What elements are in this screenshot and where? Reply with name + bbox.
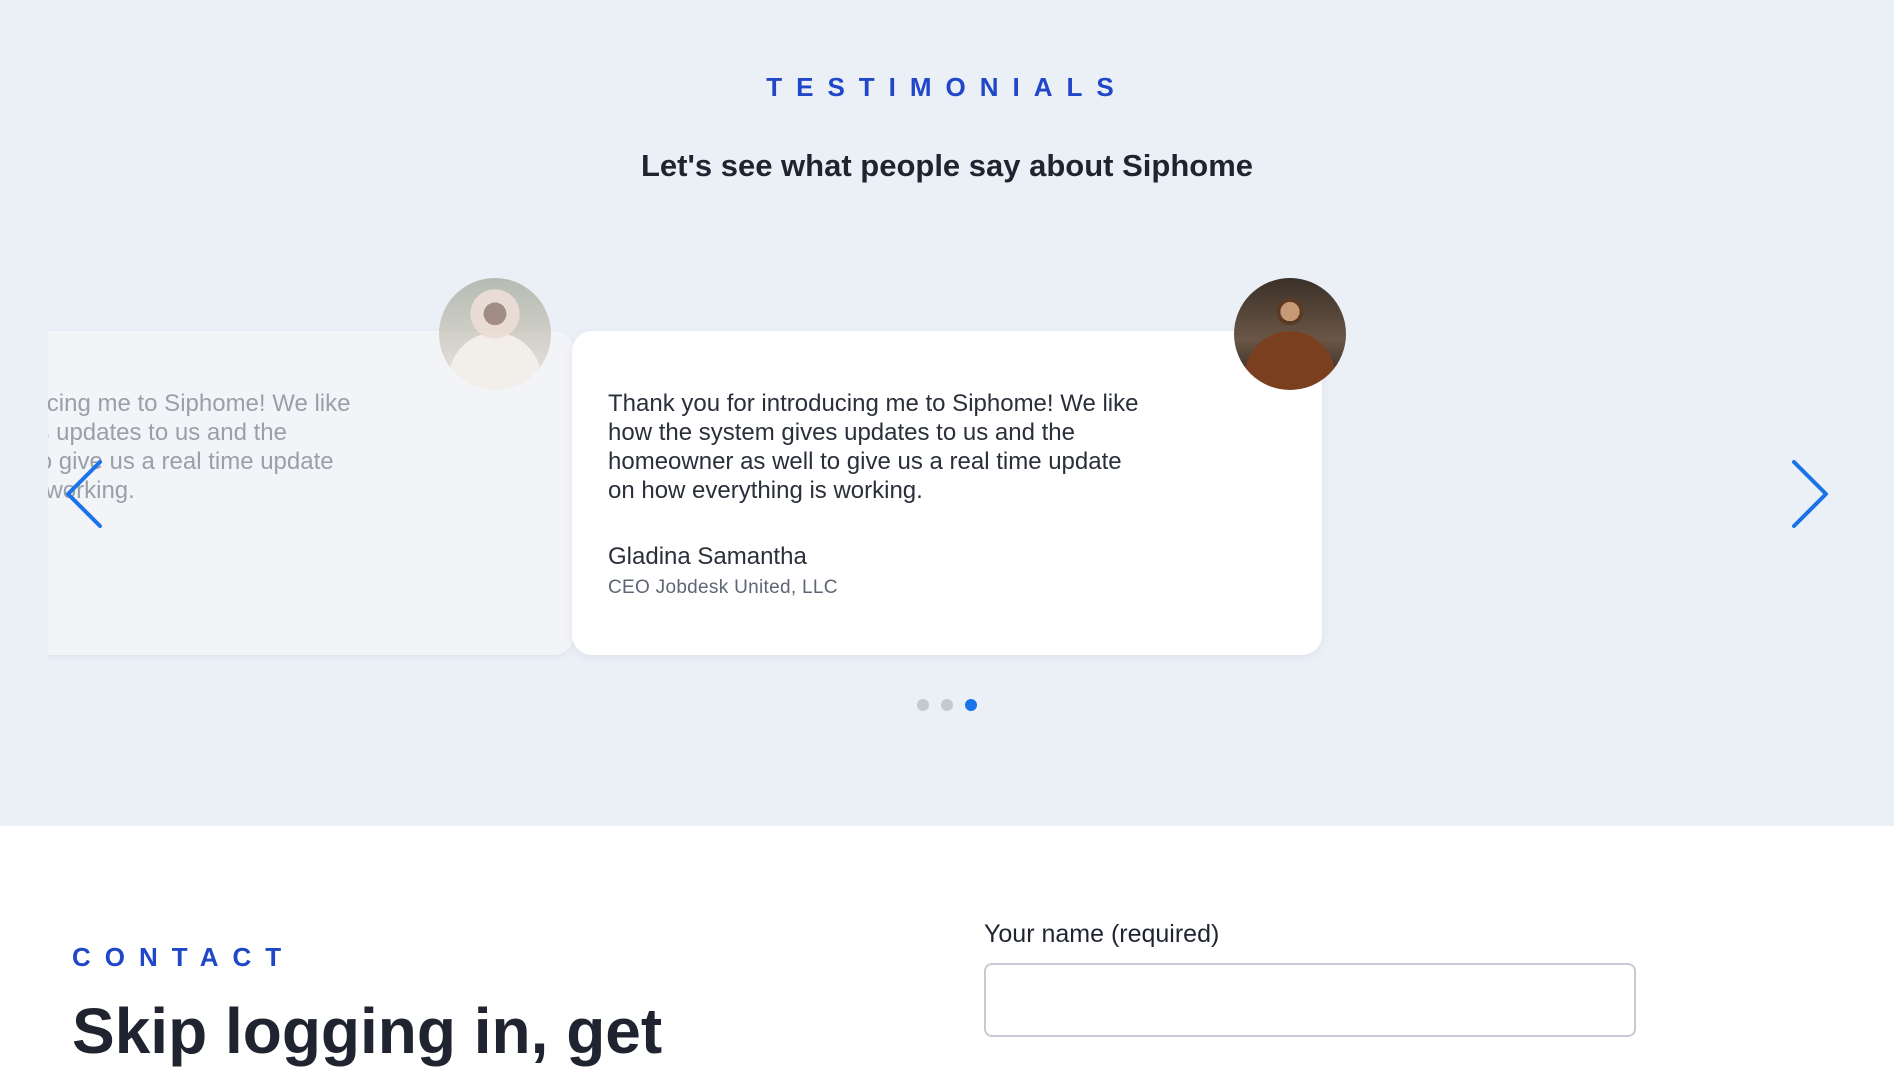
carousel-dot-3[interactable] xyxy=(965,699,977,711)
contact-eyebrow: CONTACT xyxy=(72,942,296,972)
testimonials-section: TESTIMONIALS Let's see what people say a… xyxy=(0,0,1894,826)
chevron-right-icon xyxy=(1792,460,1828,528)
carousel-dot-2[interactable] xyxy=(941,699,953,711)
testimonial-card-active: Thank you for introducing me to Siphome!… xyxy=(572,331,1322,655)
testimonials-heading: Let's see what people say about Siphome xyxy=(640,148,1254,183)
testimonial-author-name: Gladina Samantha xyxy=(608,543,807,570)
chevron-left-icon xyxy=(66,460,102,528)
testimonials-eyebrow: TESTIMONIALS xyxy=(766,72,1128,102)
carousel-dot-1[interactable] xyxy=(917,699,929,711)
testimonial-quote: Thank you for introducing me to Siphome!… xyxy=(608,390,1139,504)
testimonial-avatar-previous xyxy=(439,278,551,390)
contact-section: CONTACT Skip logging in, get Your name (… xyxy=(0,826,1894,1080)
contact-title: Skip logging in, get xyxy=(72,995,663,1067)
carousel-pagination xyxy=(0,699,1894,711)
carousel-prev-button[interactable] xyxy=(64,458,104,530)
name-field-label: Your name (required) xyxy=(984,920,1220,948)
testimonial-avatar-active xyxy=(1234,278,1346,390)
carousel-next-button[interactable] xyxy=(1790,458,1830,530)
testimonial-carousel: Thank you for introducing me to Siphome!… xyxy=(48,270,1848,670)
name-input[interactable] xyxy=(984,963,1636,1037)
testimonial-author-role: CEO Jobdesk United, LLC xyxy=(608,577,838,598)
